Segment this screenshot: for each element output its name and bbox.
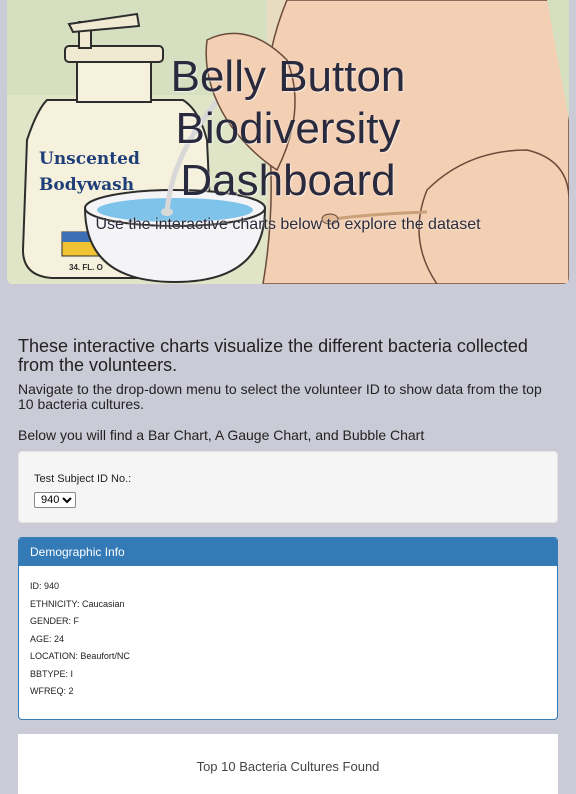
metadata-gender: GENDER: F [30, 616, 80, 626]
metadata-location: LOCATION: Beaufort/NC [30, 651, 130, 661]
subject-id-dropdown[interactable]: 940 [34, 492, 76, 508]
metadata-ethnicity: ETHNICITY: Caucasian [30, 598, 125, 609]
demographic-info-heading: Demographic Info [19, 538, 557, 566]
metadata-id: ID: 940 [30, 581, 60, 591]
demographic-info-panel: Demographic Info ID: 940 ETHNICITY: Cauc… [18, 537, 558, 720]
bar-chart-title: Top 10 Bacteria Cultures Found [196, 759, 380, 774]
page-title-line1: Belly Button [170, 52, 406, 101]
metadata-age: AGE: 24 [30, 633, 65, 644]
page-title: Belly Button Biodiversity Dashboard [7, 51, 569, 207]
subject-selector-well: Test Subject ID No.: 940 [18, 451, 558, 523]
metadata-wfreq: WFREQ: 2 [30, 686, 74, 696]
intro-chart-types-text: Below you will find a Bar Chart, A Gauge… [18, 427, 425, 443]
demographic-info-body: ID: 940 ETHNICITY: Caucasian GENDER: F A… [19, 566, 557, 713]
intro-heading: These interactive charts visualize the d… [18, 336, 528, 375]
subject-id-label: Test Subject ID No.: [34, 473, 132, 485]
intro-navigation-text: Navigate to the drop-down menu to select… [18, 381, 542, 412]
page-title-line2: Biodiversity [175, 104, 401, 153]
page-subtitle: Use the interactive charts below to expl… [95, 216, 481, 233]
metadata-bbtype: BBTYPE: I [30, 668, 74, 679]
bar-chart-card: Top 10 Bacteria Cultures Found [18, 734, 558, 794]
hero-banner: Unscented Bodywash 34. FL. O Belly Butto… [7, 0, 569, 284]
bottle-size-label: 34. FL. O [69, 263, 103, 272]
page-title-line3: Dashboard [180, 156, 396, 205]
